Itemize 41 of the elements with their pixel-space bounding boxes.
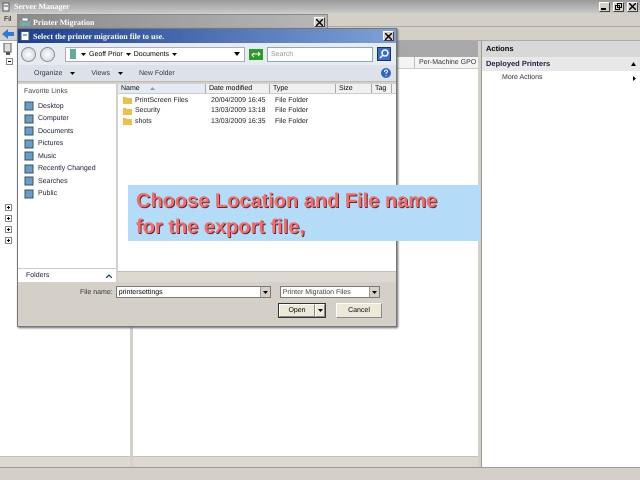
close-button[interactable] — [314, 17, 325, 27]
caret-icon — [118, 72, 123, 74]
back-arrow-icon[interactable] — [2, 28, 14, 38]
collapse-icon[interactable] — [6, 58, 13, 65]
printer-icon — [20, 18, 30, 26]
caret-icon — [70, 72, 76, 74]
close-icon — [316, 18, 323, 26]
dropdown-icon — [262, 290, 268, 294]
sort-icon — [150, 87, 155, 90]
document-icon — [20, 31, 30, 41]
forward-button[interactable] — [40, 46, 55, 62]
horizontal-scrollbar[interactable] — [118, 271, 396, 282]
restore-icon — [615, 3, 622, 10]
chevron-up-icon — [106, 274, 112, 278]
callout-note: Choose Location and File name for the export file, — [128, 185, 480, 241]
caret-icon — [633, 76, 636, 80]
close-icon — [385, 32, 392, 40]
expand-icon[interactable] — [5, 215, 12, 222]
search-button[interactable] — [377, 47, 391, 61]
expand-icon[interactable] — [5, 237, 12, 244]
search-icon — [379, 49, 389, 59]
close-button[interactable] — [627, 2, 638, 12]
caret-icon — [318, 309, 322, 312]
refresh-icon[interactable] — [249, 48, 263, 60]
horizontal-scrollbar[interactable] — [0, 456, 130, 467]
dialog-title: Select the printer migration file to use. — [33, 32, 164, 40]
window-title: Printer Migration — [33, 18, 94, 26]
close-button[interactable] — [383, 31, 394, 41]
dropdown-icon — [372, 290, 377, 294]
back-button[interactable] — [21, 46, 36, 62]
expand-icon[interactable] — [5, 204, 12, 211]
window-title: Server Manager — [14, 2, 70, 11]
restore-button[interactable] — [613, 2, 624, 12]
minimize-button[interactable] — [599, 2, 610, 12]
close-icon — [629, 3, 636, 10]
help-icon[interactable] — [381, 68, 391, 78]
server-icon — [2, 2, 11, 12]
expand-icon[interactable] — [5, 226, 12, 233]
server-icon — [3, 43, 13, 55]
horizontal-scrollbar[interactable] — [133, 456, 478, 467]
dropdown-button[interactable] — [315, 304, 325, 317]
